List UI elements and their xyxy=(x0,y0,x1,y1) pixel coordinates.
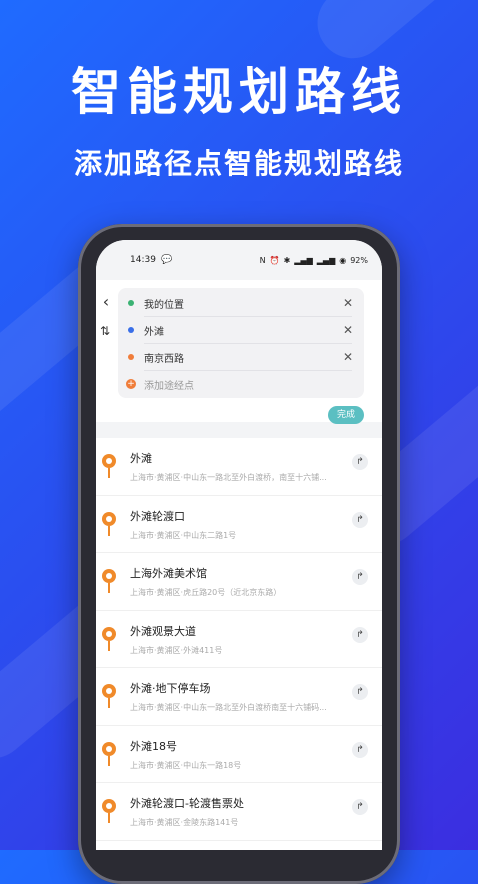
location-pin-icon xyxy=(100,684,118,710)
result-address: 上海市·黄浦区·中山东一路北至外白渡桥南至十六铺码... xyxy=(130,703,327,712)
result-address: 上海市·黄浦区·中山东二路1号 xyxy=(130,530,237,540)
result-item[interactable]: 外滩轮渡口 上海市·黄浦区·中山东二路1号 ↱ xyxy=(96,496,382,553)
route-stop[interactable]: 南京西路 ✕ xyxy=(118,344,364,370)
location-pin-icon xyxy=(100,741,118,768)
plus-icon: + xyxy=(126,379,136,389)
signal-icon-2: ▂▄▆ xyxy=(316,255,336,265)
wechat-icon: 💬 xyxy=(160,255,173,265)
location-pin-icon xyxy=(100,626,118,653)
navigate-icon[interactable]: ↱ xyxy=(352,799,368,815)
stop-label: 南京西路 xyxy=(144,353,184,365)
promo-subtitle: 添加路径点智能规划路线 xyxy=(73,147,404,180)
result-address: 上海市·黄浦区·金陵东路141号 xyxy=(130,818,239,827)
route-stops: 我的位置 ✕ 外滩 ✕ 南京西路 ✕ + 添加途经点 xyxy=(118,288,364,398)
swap-icon[interactable]: ⇅ xyxy=(96,324,114,338)
bluetooth-icon: ✱ xyxy=(283,255,291,265)
remove-stop-icon[interactable]: ✕ xyxy=(338,296,358,310)
stop-dot-icon xyxy=(128,327,134,333)
status-indicators: N ⏰ ✱ ▂▄▆ ▂▄▆ ◉ 92% xyxy=(260,256,368,265)
signal-icon: ▂▄▆ xyxy=(294,255,313,265)
navigate-icon[interactable]: ↱ xyxy=(352,684,368,700)
result-item[interactable]: 外滩观景大道 上海市·黄浦区·外滩411号 ↱ xyxy=(96,611,382,668)
status-time: 14:39 xyxy=(130,255,156,265)
navigate-icon[interactable]: ↱ xyxy=(352,511,368,528)
result-name: 外滩轮渡口 xyxy=(130,509,185,523)
route-stop[interactable]: 外滩 ✕ xyxy=(118,317,364,343)
result-item[interactable]: 上海外滩美术馆 上海市·黄浦区·虎丘路20号（近北京东路） ↱ xyxy=(96,553,382,611)
result-item[interactable]: 外滩 上海市·黄浦区·中山东一路北至外白渡桥，南至十六铺... ↱ xyxy=(96,438,382,496)
navigate-icon[interactable]: ↱ xyxy=(352,569,368,585)
route-stop[interactable]: 我的位置 ✕ xyxy=(118,290,364,316)
phone-screen: 14:39 💬 N ⏰ ✱ ▂▄▆ ▂▄▆ ◉ 92% ‹ ⇅ 我的位置 ✕ 外… xyxy=(96,240,382,850)
alarm-icon: ⏰ xyxy=(269,255,280,265)
add-stop-button[interactable]: + 添加途经点 xyxy=(118,371,364,397)
result-name: 外滩轮渡口-轮渡售票处 xyxy=(130,797,244,810)
done-button[interactable]: 完成 xyxy=(328,406,364,424)
navigate-icon[interactable]: ↱ xyxy=(352,741,368,758)
result-address: 上海市·黄浦区·中山东一路18号 xyxy=(130,760,242,770)
location-pin-icon xyxy=(100,511,118,538)
navigate-icon[interactable]: ↱ xyxy=(352,626,368,643)
stop-dot-icon xyxy=(128,354,134,360)
remove-stop-icon[interactable]: ✕ xyxy=(338,350,358,364)
promo-title: 智能规划路线 xyxy=(71,63,407,121)
result-name: 外滩·地下停车场 xyxy=(130,682,211,695)
battery-icon: ◉ xyxy=(339,255,347,265)
battery-level: 92% xyxy=(350,255,368,265)
result-address: 上海市·黄浦区·虎丘路20号（近北京东路） xyxy=(130,588,282,597)
location-pin-icon xyxy=(100,454,118,480)
result-item[interactable]: 外滩轮渡口-轮渡售票处 上海市·黄浦区·金陵东路141号 ↱ xyxy=(96,783,382,841)
back-icon[interactable]: ‹ xyxy=(98,292,114,311)
result-name: 外滩18号 xyxy=(130,739,177,753)
result-address: 上海市·黄浦区·外滩411号 xyxy=(130,645,223,655)
remove-stop-icon[interactable]: ✕ xyxy=(338,323,358,337)
location-pin-icon xyxy=(100,569,118,595)
result-name: 外滩观景大道 xyxy=(130,624,196,638)
result-address: 上海市·黄浦区·中山东一路北至外白渡桥，南至十六铺... xyxy=(130,473,327,482)
stop-label: 我的位置 xyxy=(144,299,184,311)
stop-label: 外滩 xyxy=(144,326,164,338)
nfc-icon: N xyxy=(259,255,266,265)
result-item[interactable]: 外滩18号 上海市·黄浦区·中山东一路18号 ↱ xyxy=(96,726,382,783)
stop-dot-icon xyxy=(128,300,134,306)
result-name: 上海外滩美术馆 xyxy=(130,567,207,580)
location-pin-icon xyxy=(100,799,118,825)
search-results: 外滩 上海市·黄浦区·中山东一路北至外白渡桥，南至十六铺... ↱ 外滩轮渡口 … xyxy=(96,438,382,850)
result-item[interactable]: 外滩·地下停车场 上海市·黄浦区·中山东一路北至外白渡桥南至十六铺码... ↱ xyxy=(96,668,382,726)
add-stop-label: 添加途经点 xyxy=(144,380,194,392)
status-bar: 14:39 💬 N ⏰ ✱ ▂▄▆ ▂▄▆ ◉ 92% xyxy=(96,240,382,280)
route-panel: ‹ ⇅ 我的位置 ✕ 外滩 ✕ 南京西路 ✕ + 添加途经点 完成 xyxy=(96,280,382,424)
result-name: 外滩 xyxy=(130,452,152,465)
navigate-icon[interactable]: ↱ xyxy=(352,454,368,470)
